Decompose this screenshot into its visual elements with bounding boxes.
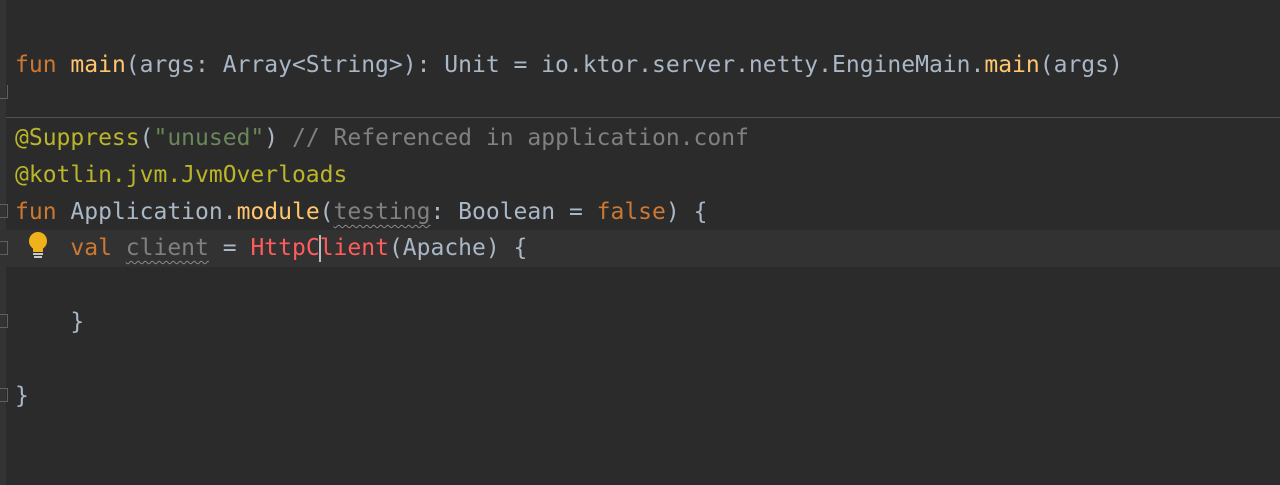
code-line-module[interactable]: fun Application.module(testing: Boolean …: [15, 194, 707, 231]
code-line-client[interactable]: val client = HttpClient(Apache) {: [15, 230, 527, 267]
unused-parameter: testing: [333, 199, 431, 225]
function-name: main: [70, 52, 126, 78]
code-line-overloads[interactable]: @kotlin.jvm.JvmOverloads: [15, 157, 347, 194]
code-text: .: [970, 52, 985, 78]
code-line-outer-close[interactable]: }: [15, 378, 29, 415]
annotation: @kotlin.jvm.JvmOverloads: [15, 162, 348, 188]
code-text: ): [264, 125, 279, 151]
code-line-suppress[interactable]: @Suppress("unused") // Referenced in app…: [15, 120, 749, 157]
unresolved-reference: lient: [319, 235, 389, 261]
code-line-inner-close[interactable]: }: [15, 304, 84, 341]
keyword: false: [596, 199, 666, 225]
annotation: @Suppress: [15, 125, 140, 151]
unresolved-reference: HttpC: [250, 235, 320, 261]
fold-marker-icon[interactable]: [0, 85, 8, 99]
method-separator: [6, 117, 1280, 118]
fold-marker-icon[interactable]: [0, 204, 8, 218]
keyword: val: [70, 235, 112, 261]
lightbulb-icon[interactable]: [27, 231, 49, 261]
code-text: (: [319, 199, 334, 225]
keyword: fun: [15, 52, 57, 78]
function-name: module: [236, 199, 320, 225]
code-text: =: [208, 235, 251, 261]
code-line-main[interactable]: fun main(args: Array<String>): Unit = io…: [15, 47, 1123, 84]
string-literal: "unused": [153, 125, 265, 151]
code-text: (args): [1039, 52, 1123, 78]
code-text: }: [15, 383, 29, 409]
code-text: (: [139, 125, 154, 151]
fold-marker-icon[interactable]: [0, 241, 8, 255]
fold-marker-icon[interactable]: [0, 388, 8, 402]
unused-variable: client: [125, 235, 209, 261]
code-text: }: [70, 309, 85, 335]
code-text: Application.: [70, 199, 237, 225]
code-editor[interactable]: fun main(args: Array<String>): Unit = io…: [0, 0, 1280, 485]
code-text: (args: Array<String>): Unit = io.ktor.se…: [125, 52, 833, 78]
keyword: fun: [15, 199, 57, 225]
code-text: (Apache) {: [388, 235, 528, 261]
code-text: ) {: [665, 199, 708, 225]
fold-marker-icon[interactable]: [0, 314, 8, 328]
function-call: main: [984, 52, 1040, 78]
code-text: : Boolean =: [430, 199, 597, 225]
code-text: EngineMain: [832, 52, 971, 78]
comment: // Referenced in application.conf: [291, 125, 749, 151]
